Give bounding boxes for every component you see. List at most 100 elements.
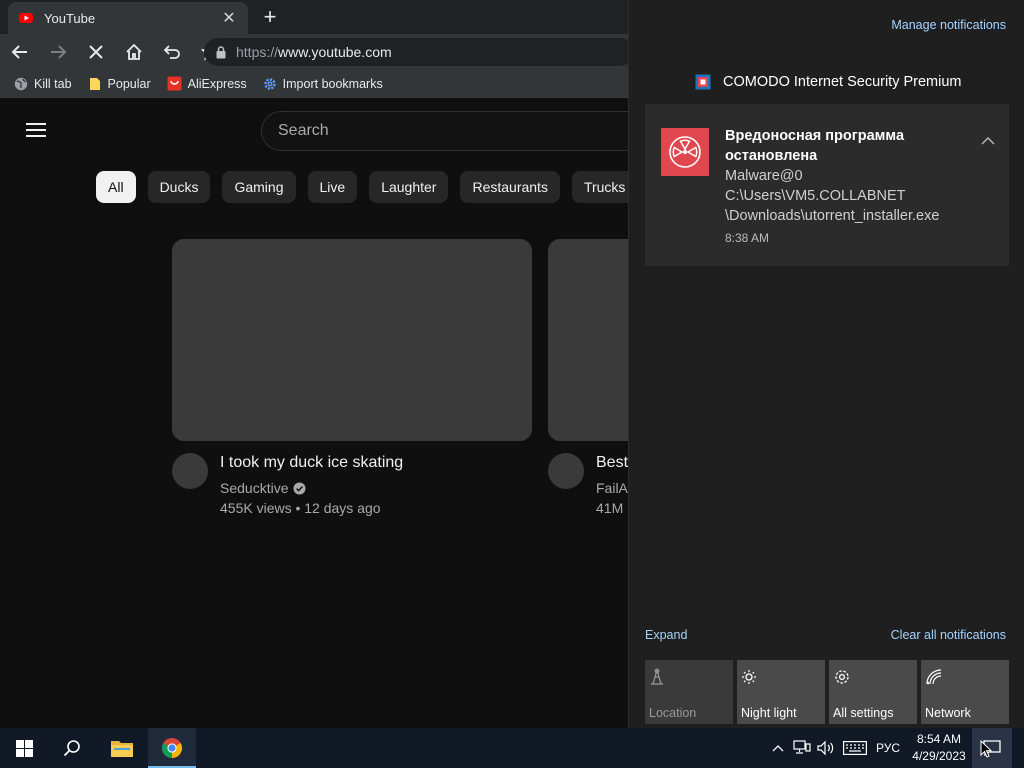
folder-icon <box>89 77 100 90</box>
quick-action-night-light[interactable]: Night light <box>737 660 825 724</box>
tab-youtube[interactable]: YouTube ✕ <box>8 2 248 34</box>
keyboard-icon <box>843 741 867 755</box>
clock-date: 4/29/2023 <box>912 749 966 763</box>
home-icon <box>126 43 142 60</box>
chip-restaurants[interactable]: Restaurants <box>460 171 560 203</box>
forward-button[interactable] <box>42 36 74 68</box>
bookmark-kill-tab[interactable]: Kill tab <box>14 77 72 91</box>
lock-icon <box>216 45 226 58</box>
youtube-page: Search All Ducks Gaming Live Laughter Re… <box>0 99 628 728</box>
file-explorer-button[interactable] <box>98 728 146 768</box>
notification-line: Malware@0 <box>725 168 803 184</box>
chip-all[interactable]: All <box>96 171 136 203</box>
bookmark-popular[interactable]: Popular <box>88 77 151 91</box>
taskbar: РУС 8:54 AM 4/29/2023 <box>0 728 1024 768</box>
back-button[interactable] <box>4 36 36 68</box>
app-name: COMODO Internet Security Premium <box>723 74 962 90</box>
browser-toolbar: https://www.youtube.com <box>0 34 628 70</box>
channel-avatar[interactable] <box>172 453 208 489</box>
malware-hazard-icon <box>661 128 709 176</box>
speaker-icon <box>817 740 834 756</box>
windows-logo-icon <box>15 739 33 757</box>
network-icon <box>926 669 942 685</box>
notification-card[interactable]: Вредоносная программа остановлена Malwar… <box>645 104 1009 266</box>
url-scheme: https:// <box>236 44 279 60</box>
file-explorer-icon <box>111 741 133 757</box>
notification-title: Вредоносная программа остановлена <box>725 128 905 164</box>
location-icon <box>651 668 663 685</box>
notification-app-header: COMODO Internet Security Premium <box>695 74 962 90</box>
chip-laughter[interactable]: Laughter <box>369 171 449 203</box>
wired-network-icon <box>793 740 811 754</box>
globe-icon <box>14 77 28 90</box>
volume-tray-button[interactable] <box>816 738 836 758</box>
aliexpress-icon <box>167 76 182 91</box>
tab-close-icon[interactable]: ✕ <box>220 8 238 28</box>
address-bar[interactable]: https://www.youtube.com <box>204 38 628 66</box>
quick-action-all-settings[interactable]: All settings <box>829 660 917 724</box>
url-host: www.youtube.com <box>278 44 392 60</box>
notification-body: Malware@0 C:\Users\VM5.COLLABNET \Downlo… <box>725 166 939 226</box>
action-center-button[interactable] <box>972 728 1012 768</box>
expand-link[interactable]: Expand <box>645 628 687 642</box>
desktop: YouTube ✕ + https:// www.youtube.com Kil… <box>0 0 1024 768</box>
close-icon <box>89 45 103 59</box>
notification-time: 8:38 AM <box>725 231 770 245</box>
settings-icon <box>835 670 849 684</box>
start-button[interactable] <box>0 728 48 768</box>
bookmarks-bar: Kill tab Popular AliExpress Import bookm… <box>0 70 628 98</box>
clock[interactable]: 8:54 AM 4/29/2023 <box>908 731 970 765</box>
touch-keyboard-button[interactable] <box>842 738 868 758</box>
show-hidden-icons-button[interactable] <box>768 738 788 758</box>
tile-label: Location <box>649 706 697 720</box>
tile-label: All settings <box>833 706 894 720</box>
search-button[interactable] <box>48 728 96 768</box>
network-tray-button[interactable] <box>792 738 812 758</box>
video-title[interactable]: I took my duck ice skating <box>220 454 403 472</box>
quick-actions: Location Night light All settings Networ… <box>645 660 1013 724</box>
tab-title: YouTube <box>44 10 96 26</box>
stop-loading-button[interactable] <box>80 36 112 68</box>
clear-all-notifications-link[interactable]: Clear all notifications <box>891 628 1006 642</box>
channel-name: Seducktive <box>220 480 289 496</box>
tab-strip: YouTube ✕ + <box>0 0 628 34</box>
bookmark-import[interactable]: Import bookmarks <box>263 77 383 91</box>
bookmark-aliexpress[interactable]: AliExpress <box>167 76 247 91</box>
quick-action-location[interactable]: Location <box>645 660 733 724</box>
home-button[interactable] <box>118 36 150 68</box>
youtube-favicon-icon <box>19 13 33 23</box>
arrow-left-icon <box>11 45 27 59</box>
notification-line: \Downloads\utorrent_installer.exe <box>725 208 940 224</box>
input-language-indicator[interactable]: РУС <box>872 728 904 768</box>
chip-ducks[interactable]: Ducks <box>147 171 211 203</box>
chip-gaming[interactable]: Gaming <box>222 171 296 203</box>
night-light-icon <box>742 670 756 684</box>
channel-name: FailA <box>596 480 628 496</box>
search-icon <box>63 740 80 757</box>
chevron-up-icon[interactable] <box>981 136 995 146</box>
browser-window: YouTube ✕ + https:// www.youtube.com Kil… <box>0 0 628 728</box>
video-thumbnail[interactable] <box>548 239 628 441</box>
bookmark-label: Kill tab <box>34 76 72 91</box>
chip-trucks[interactable]: Trucks <box>571 171 628 203</box>
youtube-search-input[interactable]: Search <box>261 111 628 151</box>
bookmark-label: Popular <box>107 76 151 91</box>
menu-icon[interactable] <box>26 123 46 137</box>
video-channel[interactable]: FailA <box>596 480 628 496</box>
video-channel[interactable]: Seducktive <box>220 480 306 496</box>
channel-avatar[interactable] <box>548 453 584 489</box>
manage-notifications-link[interactable]: Manage notifications <box>891 18 1006 32</box>
action-center: Manage notifications COMODO Internet Sec… <box>628 0 1024 728</box>
clock-time: 8:54 AM <box>916 732 962 746</box>
chevron-up-icon <box>772 745 784 752</box>
video-thumbnail[interactable] <box>172 239 532 441</box>
video-meta: 455K views • 12 days ago <box>220 500 381 516</box>
new-tab-button[interactable]: + <box>258 4 282 30</box>
undo-close-tab-button[interactable] <box>156 36 188 68</box>
gear-icon <box>263 77 276 90</box>
chip-live[interactable]: Live <box>307 171 358 203</box>
comodo-icon <box>695 74 711 90</box>
quick-action-network[interactable]: Network <box>921 660 1009 724</box>
chrome-taskbar-button[interactable] <box>148 728 196 768</box>
video-title[interactable]: Best <box>596 454 628 472</box>
